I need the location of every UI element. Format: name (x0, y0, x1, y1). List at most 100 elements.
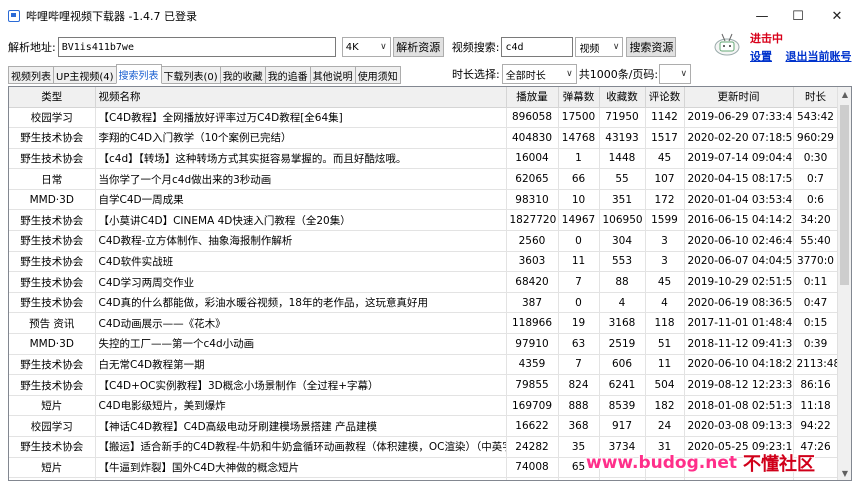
cell-favorites: 88 (599, 271, 646, 293)
watermark-url: www.budog.net (586, 453, 737, 473)
cell-title: 【C4D教程】全网播放好评率过万C4D教程[全64集] (95, 107, 507, 129)
tab-usage-notice[interactable]: 使用须知 (354, 66, 401, 84)
scrollbar-thumb[interactable] (840, 105, 849, 285)
cell-updated: 2018-11-12 09:41:39 (684, 333, 794, 355)
tab-other-notes[interactable]: 其他说明 (309, 66, 356, 84)
column-header-type[interactable]: 类型 (9, 87, 96, 108)
cell-type: 野生技术协会 (9, 127, 96, 149)
tab-up-videos[interactable]: UP主视频(4) (53, 66, 117, 84)
column-header-updated[interactable]: 更新时间 (684, 87, 794, 108)
table-row[interactable]: 日常 当你学了一个月c4d做出来的3秒动画 62065 66 55 107 2020-04-… (9, 168, 839, 190)
search-button[interactable]: 搜索资源 (626, 37, 677, 57)
page-select[interactable]: ∨ (659, 64, 692, 84)
chevron-down-icon: ∨ (612, 42, 620, 52)
cell-duration: 0:7 (793, 168, 839, 190)
column-header-comments[interactable]: 评论数 (645, 87, 685, 108)
cell-views: 2560 (506, 230, 559, 252)
close-button[interactable]: ✕ (814, 0, 860, 32)
scroll-down-icon[interactable]: ▼ (838, 466, 851, 480)
cell-danmaku: 0 (558, 292, 600, 314)
column-header-duration[interactable]: 时长 (793, 87, 839, 108)
cell-duration: 34:20 (793, 209, 839, 232)
cell-duration: 0:39 (793, 333, 839, 355)
table-row[interactable]: 预告 资讯 C4D动画展示——《花木》 118966 19 3168 118 2017-11… (9, 312, 839, 335)
column-header-views[interactable]: 播放量 (506, 87, 559, 108)
table-row[interactable]: 野生技术协会 C4D软件实战班 3603 11 553 3 2020-06-07 04:04… (9, 251, 839, 273)
tab-search-list[interactable]: 搜索列表 (115, 64, 162, 84)
cell-updated: 2020-06-19 08:36:56 (684, 292, 794, 314)
url-input[interactable]: BV1is411b7we (57, 37, 336, 57)
cell-comments: 504 (645, 374, 685, 396)
cell-type: 日常 (9, 168, 96, 190)
cell-title: C4D软件实战班 (95, 251, 507, 273)
table-row[interactable]: 野生技术协会 【c4d】【转场】这种转场方式其实挺容易掌握的。而且好酷炫哦。 160… (9, 148, 839, 170)
chevron-down-icon: ∨ (566, 69, 573, 79)
search-type-select[interactable]: 视频 ∨ (575, 37, 624, 57)
watermark: www.budog.net 不懂社区 (586, 448, 815, 478)
cell-duration: 0:47 (793, 292, 839, 314)
scroll-up-icon[interactable]: ▲ (838, 87, 851, 101)
logout-link[interactable]: 退出当前账号 (786, 50, 852, 63)
cell-updated: 2016-06-15 04:14:24 (684, 209, 794, 232)
column-header-title[interactable]: 视频名称 (95, 87, 507, 108)
parse-button[interactable]: 解析资源 (392, 37, 444, 57)
cell-type: 野生技术协会 (9, 374, 96, 396)
table-row[interactable]: 野生技术协会 C4D真的什么都能做，彩油水暖谷视频，18年的老作品，这玩意真好用 3… (9, 292, 839, 314)
tab-download-list[interactable]: 下载列表(0) (160, 66, 221, 84)
cell-updated: 2020-06-10 02:46:44 (684, 230, 794, 252)
duration-select[interactable]: 全部时长 ∨ (501, 64, 577, 84)
table-row[interactable]: 短片 C4D电影级短片，美到爆炸 169709 888 8539 182 2018-01-0… (9, 395, 839, 417)
cell-danmaku: 824 (558, 374, 600, 396)
table-row[interactable]: 野生技术协会 李翔的C4D入门教学（10个案例已完结） 404830 14768 431… (9, 127, 839, 149)
cell-danmaku: 66 (558, 168, 600, 190)
parse-search-row: 解析地址: BV1is411b7we 4K ∨ 解析资源 视频搜索: c4d 视… (8, 35, 708, 59)
cell-type: 野生技术协会 (9, 148, 96, 170)
table-row[interactable]: 野生技术协会 C4D学习两周交作业 68420 7 88 45 2019-10-29 02:… (9, 271, 839, 293)
watermark-name: 不懂社区 (743, 454, 815, 475)
app-icon (8, 10, 20, 22)
cell-title: 失控的工厂——第一个c4d小动画 (95, 333, 507, 355)
quality-select[interactable]: 4K ∨ (341, 37, 391, 57)
table-row[interactable]: 野生技术协会 白无常C4D教程第一期 4359 7 606 11 2020-06-10 04… (9, 354, 839, 376)
column-header-danmaku[interactable]: 弹幕数 (558, 87, 600, 108)
table-row[interactable]: 校园学习 【C4D教程】全网播放好评率过万C4D教程[全64集] 896058 175… (9, 107, 839, 129)
column-header-favorites[interactable]: 收藏数 (599, 87, 646, 108)
cell-comments: 1599 (645, 209, 685, 232)
table-row[interactable]: MMD·3D 失控的工厂——第一个c4d小动画 97910 63 2519 51 2018-… (9, 333, 839, 355)
cell-danmaku: 368 (558, 415, 600, 437)
table-row[interactable]: 野生技术协会 【小莫讲C4D】CINEMA 4D快速入门教程（全20集） 18277… (9, 209, 839, 232)
cell-views: 16622 (506, 415, 559, 437)
table-row[interactable]: 校园学习 【神话C4D教程】C4D高级电动牙刷建模场景搭建 产品建模 16622 36… (9, 415, 839, 437)
tab-video-list[interactable]: 视频列表 (8, 66, 54, 84)
table-row[interactable]: 野生技术协会 【C4D+OC实例教程】3D概念小场景制作（全过程+字幕） 79855… (9, 374, 839, 396)
cell-duration: 11:18 (793, 395, 839, 417)
cell-updated: 2020-01-04 03:53:48 (684, 189, 794, 211)
cell-favorites: 2519 (599, 333, 646, 355)
cell-updated: 2020-03-08 09:13:33 (684, 415, 794, 437)
vertical-scrollbar[interactable]: ▲ ▼ (837, 87, 851, 480)
cell-favorites: 55 (599, 168, 646, 190)
table-row[interactable]: MMD·3D 自学C4D一周成果 98310 10 351 172 2020-01-04 0… (9, 189, 839, 211)
table-row[interactable]: 野生技术协会 C4D教程-立方体制作、抽象海报制作解析 2560 0 304 3 2020-… (9, 230, 839, 252)
cell-danmaku: 1 (558, 148, 600, 170)
cell-comments: 4 (645, 292, 685, 314)
filter-row: 时长选择: 全部时长 ∨ 共1000条/页码: ∨ (452, 62, 692, 86)
cell-danmaku: 10 (558, 189, 600, 211)
cell-favorites: 8539 (599, 395, 646, 417)
cell-danmaku: 888 (558, 395, 600, 417)
cell-title: 白无常C4D教程第一期 (95, 354, 507, 376)
cell-title: 自学C4D一周成果 (95, 189, 507, 211)
cell-danmaku: 0 (558, 230, 600, 252)
cell-favorites: 43193 (599, 127, 646, 149)
search-input[interactable]: c4d (501, 37, 574, 57)
cell-comments: 24 (645, 415, 685, 437)
tab-favorites[interactable]: 我的收藏 (219, 66, 266, 84)
cell-comments: 3 (645, 230, 685, 252)
cell-favorites: 4 (599, 292, 646, 314)
tab-following-anime[interactable]: 我的追番 (264, 66, 311, 84)
cell-type: 校园学习 (9, 107, 96, 129)
title-bar: 哔哩哔哩视频下载器 -1.4.7 已登录 — ☐ ✕ (0, 0, 860, 32)
settings-link[interactable]: 设置 (750, 50, 772, 63)
cell-updated: 2019-10-29 02:51:57 (684, 271, 794, 293)
cell-updated: 2020-04-15 08:17:54 (684, 168, 794, 190)
